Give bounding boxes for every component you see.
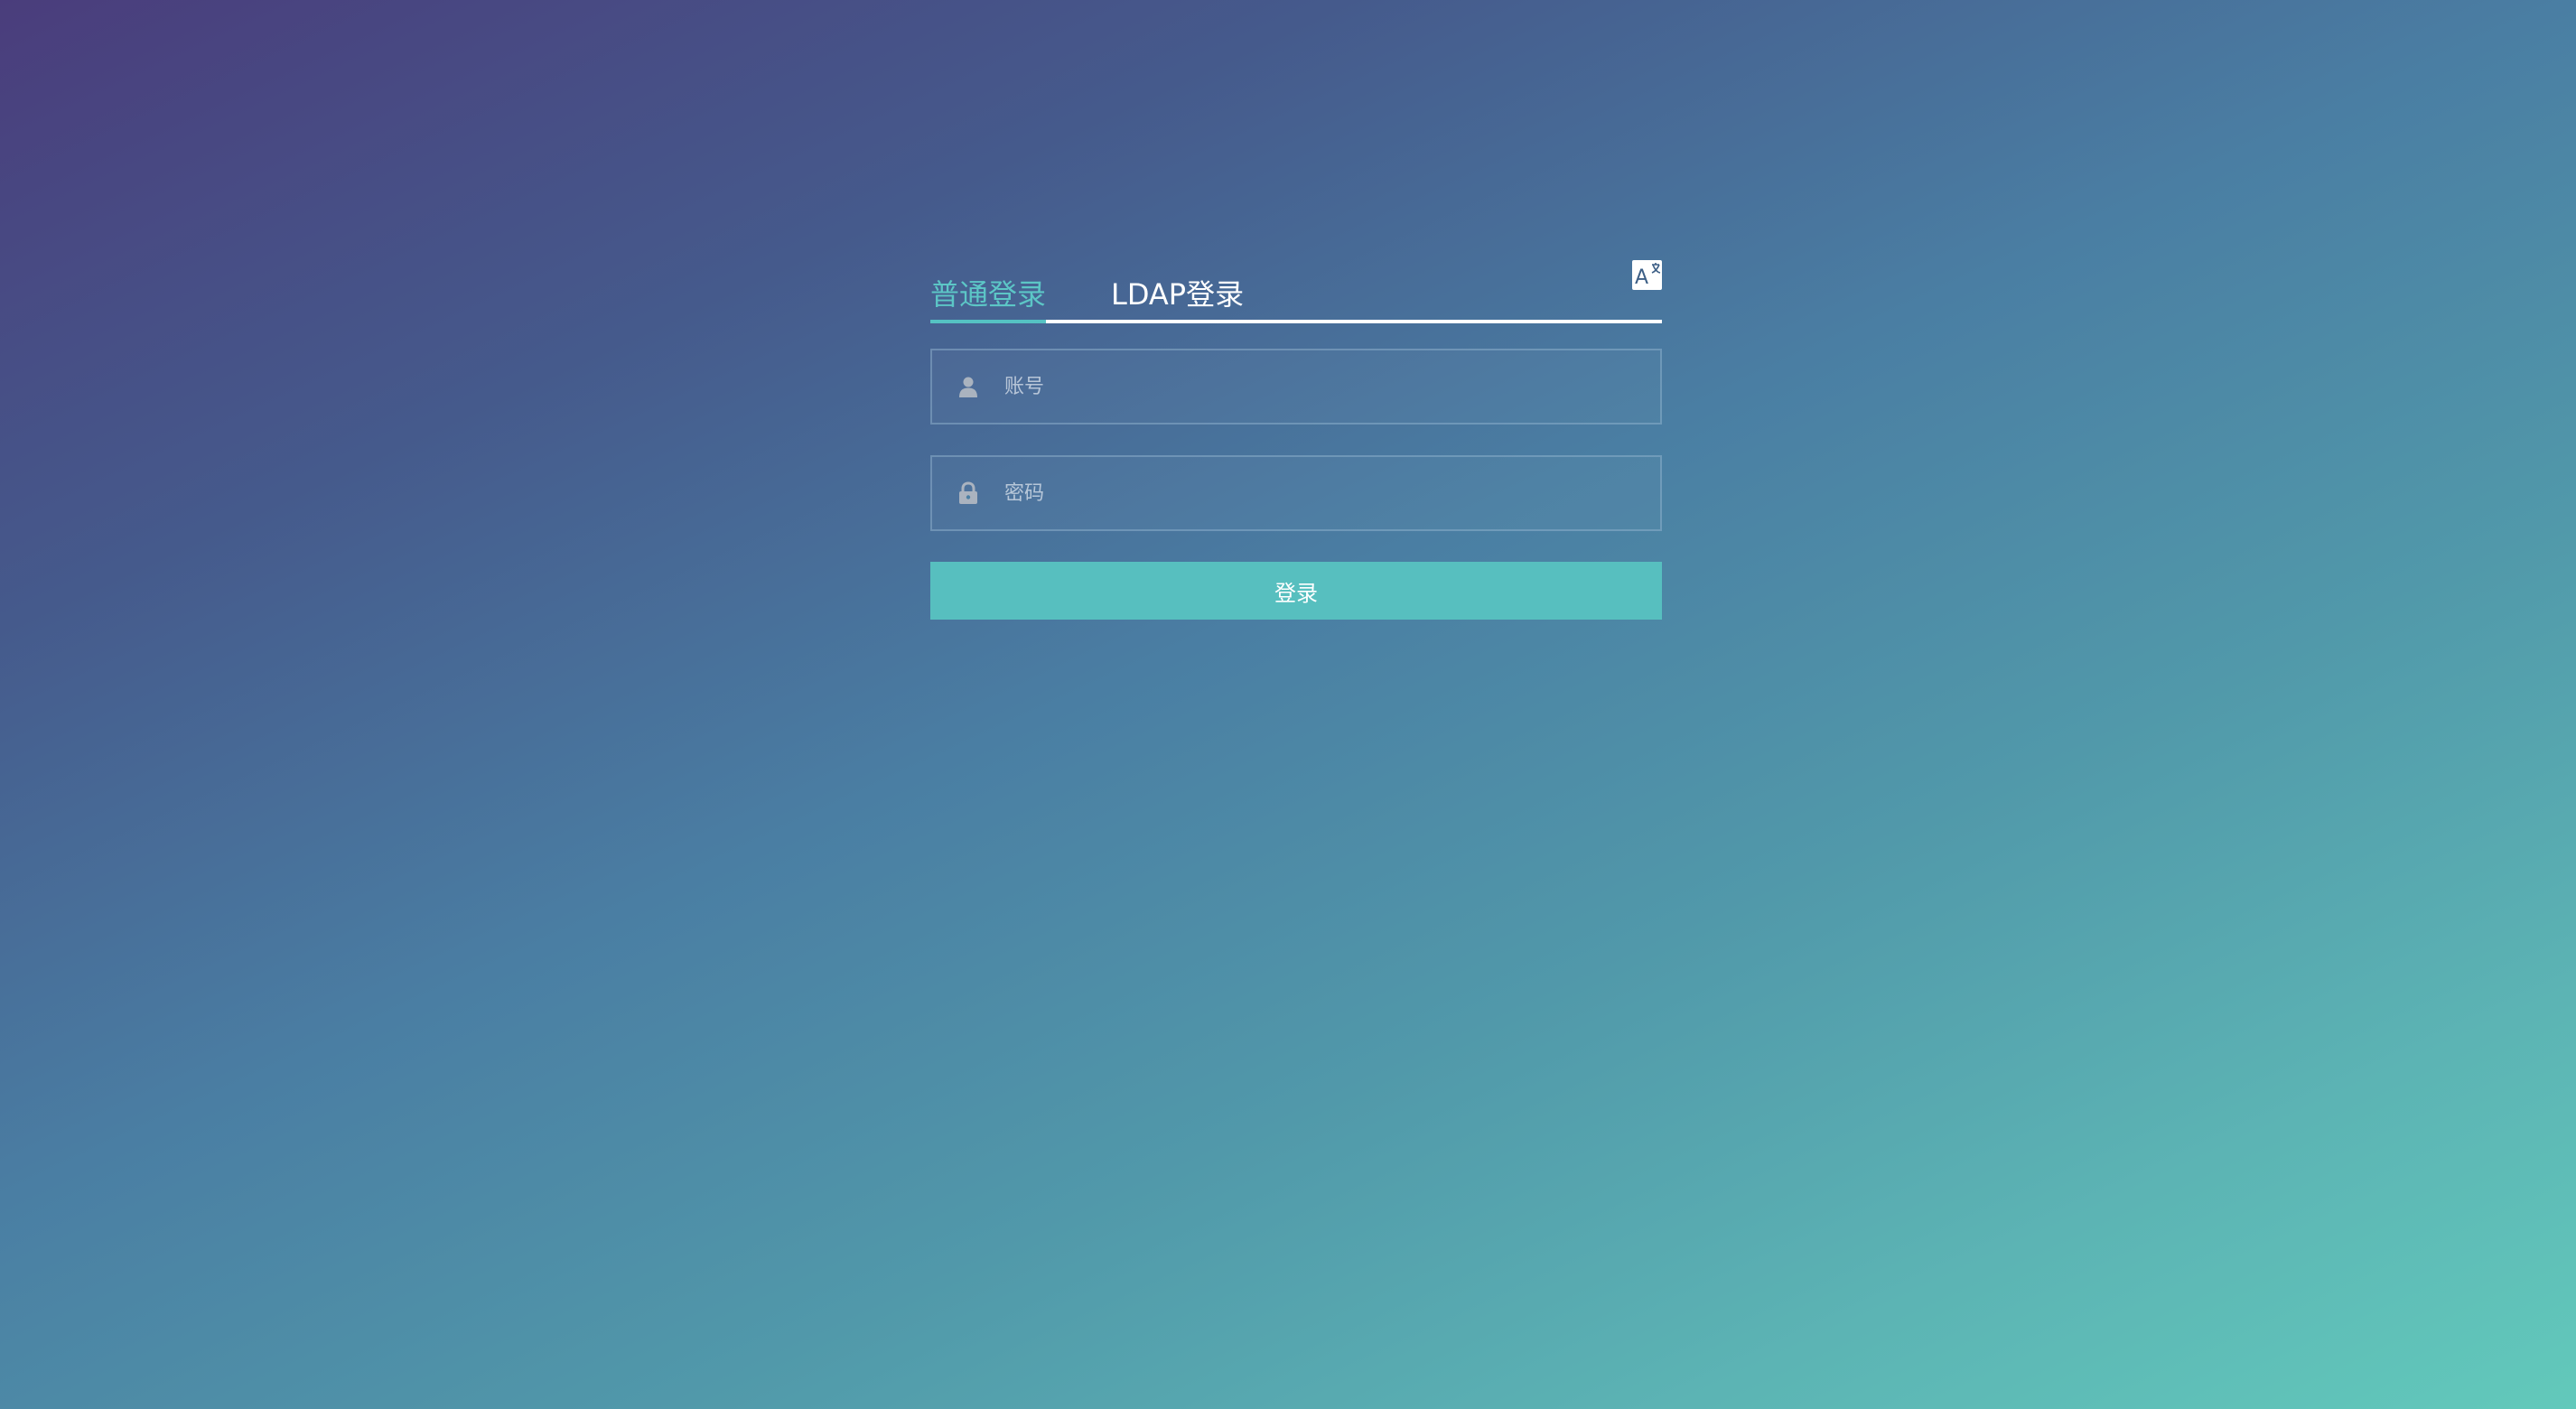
account-input[interactable] [1004,350,1637,423]
password-field [930,455,1662,531]
translate-icon-letter: A [1635,266,1648,289]
login-panel: 普通登录 LDAP登录 A 登录 [930,260,1662,620]
password-input[interactable] [1004,457,1637,529]
login-tabs: 普通登录 LDAP登录 A [930,260,1662,323]
tab-normal-login[interactable]: 普通登录 [930,269,1046,320]
active-tab-indicator [930,320,1046,323]
translate-icon[interactable]: A [1632,260,1662,290]
account-field [930,349,1662,425]
user-icon [959,377,977,397]
tab-ldap-login[interactable]: LDAP登录 [1111,269,1244,320]
lock-icon [959,481,977,504]
translate-icon-graphic: A [1635,263,1661,289]
login-button[interactable]: 登录 [930,562,1662,620]
